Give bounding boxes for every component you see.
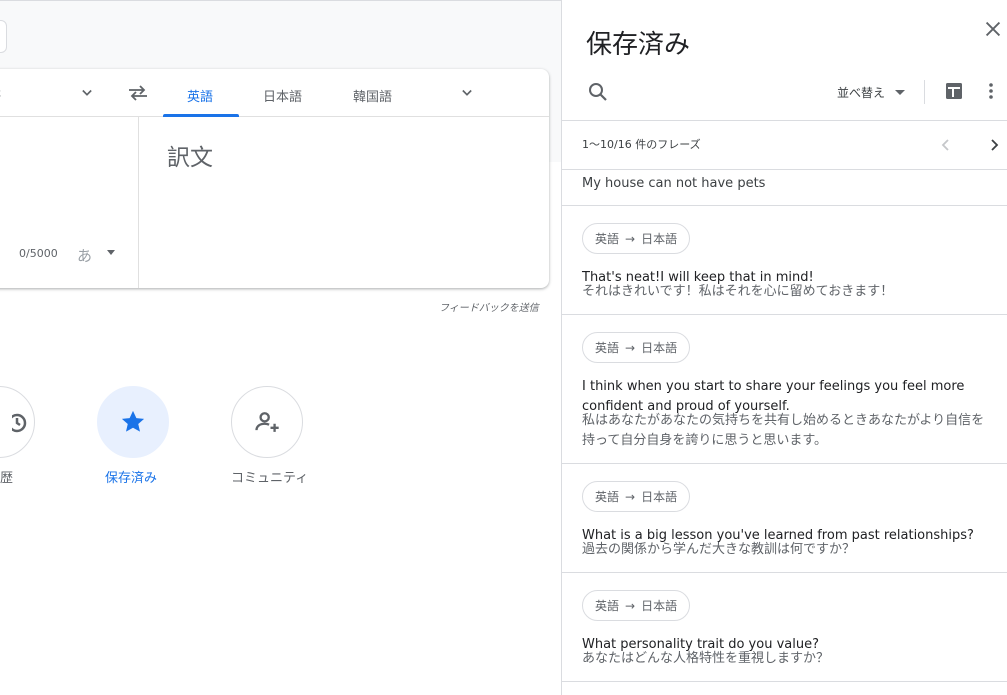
community-button[interactable] — [231, 386, 303, 458]
saved-entry[interactable]: 英語 → 日本語 What is a big lesson you've lea… — [562, 464, 1007, 572]
chip-source-lang: 英語 — [595, 599, 620, 613]
saved-panel: 保存済み 並べ替え 1〜10/16 件のフレーズ My house can no… — [561, 0, 1007, 695]
chip-source-lang: 英語 — [595, 341, 620, 355]
saved-phrase-partial[interactable]: My house can not have pets — [582, 176, 765, 191]
saved-entry[interactable]: 英語 → 日本語 What personality trait do you v… — [562, 573, 1007, 681]
panel-title: 保存済み — [586, 30, 691, 60]
chip-target-lang: 日本語 — [641, 341, 678, 355]
chip-arrow: → — [625, 598, 636, 613]
translated-phrase: それはきれいです！私はそれを心に留めておきます！ — [582, 284, 894, 299]
translator-pane: 語 英語 日本語 韓国語 0/5000 あ 訳文 フィードバックを送信 歴 — [0, 0, 561, 695]
star-icon — [119, 408, 147, 436]
list-divider — [562, 681, 1007, 682]
translated-phrase: 私はあなたがあなたの気持ちを共有し始めるときあなたがより自信を持って自分自身を誇… — [582, 413, 985, 448]
community-icon — [253, 408, 281, 436]
pane-divider — [138, 117, 139, 288]
language-bar: 語 英語 日本語 韓国語 — [0, 69, 549, 117]
active-tab-indicator — [163, 114, 239, 117]
saved-label: 保存済み — [105, 471, 158, 486]
sort-button[interactable]: 並べ替え — [837, 84, 885, 101]
community-label: コミュニティ — [231, 471, 309, 486]
tab-japanese[interactable]: 日本語 — [263, 86, 302, 105]
next-page-icon[interactable] — [987, 137, 1001, 151]
saved-button[interactable] — [97, 386, 169, 458]
target-lang-chevron-down-icon[interactable] — [457, 83, 477, 103]
chip-arrow: → — [625, 340, 636, 355]
source-language-tab[interactable]: 語 — [0, 86, 1, 105]
translation-output: 訳文 — [167, 145, 213, 171]
language-pair-chip: 英語 → 日本語 — [582, 332, 691, 363]
chip-source-lang: 英語 — [595, 490, 620, 504]
history-icon — [7, 411, 36, 435]
search-icon[interactable] — [586, 80, 610, 104]
language-pair-chip: 英語 → 日本語 — [582, 590, 691, 621]
history-label: 歴 — [0, 471, 14, 486]
list-divider — [562, 169, 1007, 170]
saved-entry[interactable]: 英語 → 日本語 That's neat!I will keep that in… — [562, 206, 1007, 314]
spreadsheet-export-icon[interactable] — [945, 82, 963, 100]
chip-source-lang: 英語 — [595, 232, 620, 246]
translation-card: 語 英語 日本語 韓国語 0/5000 あ 訳文 — [0, 69, 549, 288]
toolbar-separator — [924, 80, 925, 104]
language-pair-chip: 英語 → 日本語 — [582, 481, 691, 512]
top-border — [0, 0, 561, 1]
saved-entry[interactable]: 英語 → 日本語 I think when you start to share… — [562, 315, 1007, 463]
chip-target-lang: 日本語 — [641, 599, 678, 613]
more-options-icon[interactable] — [987, 82, 995, 100]
close-icon[interactable] — [982, 18, 1004, 40]
input-tools-caret-icon[interactable] — [107, 250, 115, 255]
chip-arrow: → — [625, 489, 636, 504]
chip-target-lang: 日本語 — [641, 232, 678, 246]
language-pair-chip: 英語 → 日本語 — [582, 223, 691, 254]
tab-korean[interactable]: 韓国語 — [353, 86, 392, 105]
prev-page-icon[interactable] — [939, 137, 953, 151]
translated-phrase: 過去の関係から学んだ大きな教訓は何ですか？ — [582, 542, 856, 557]
mode-button-stub[interactable] — [0, 20, 7, 53]
translated-phrase: あなたはどんな人格特性を重視しますか？ — [582, 651, 830, 666]
header-divider — [562, 120, 1007, 121]
sort-caret-icon[interactable] — [895, 90, 905, 95]
feedback-link[interactable]: フィードバックを送信 — [439, 299, 539, 314]
swap-languages-icon[interactable] — [126, 83, 150, 103]
chip-arrow: → — [625, 231, 636, 246]
chip-target-lang: 日本語 — [641, 490, 678, 504]
source-lang-chevron-down-icon[interactable] — [77, 83, 97, 103]
tab-english[interactable]: 英語 — [187, 86, 213, 105]
pagination-range: 1〜10/16 件のフレーズ — [582, 138, 701, 151]
char-counter: 0/5000 — [19, 247, 58, 260]
input-tools-button[interactable]: あ — [77, 245, 92, 266]
